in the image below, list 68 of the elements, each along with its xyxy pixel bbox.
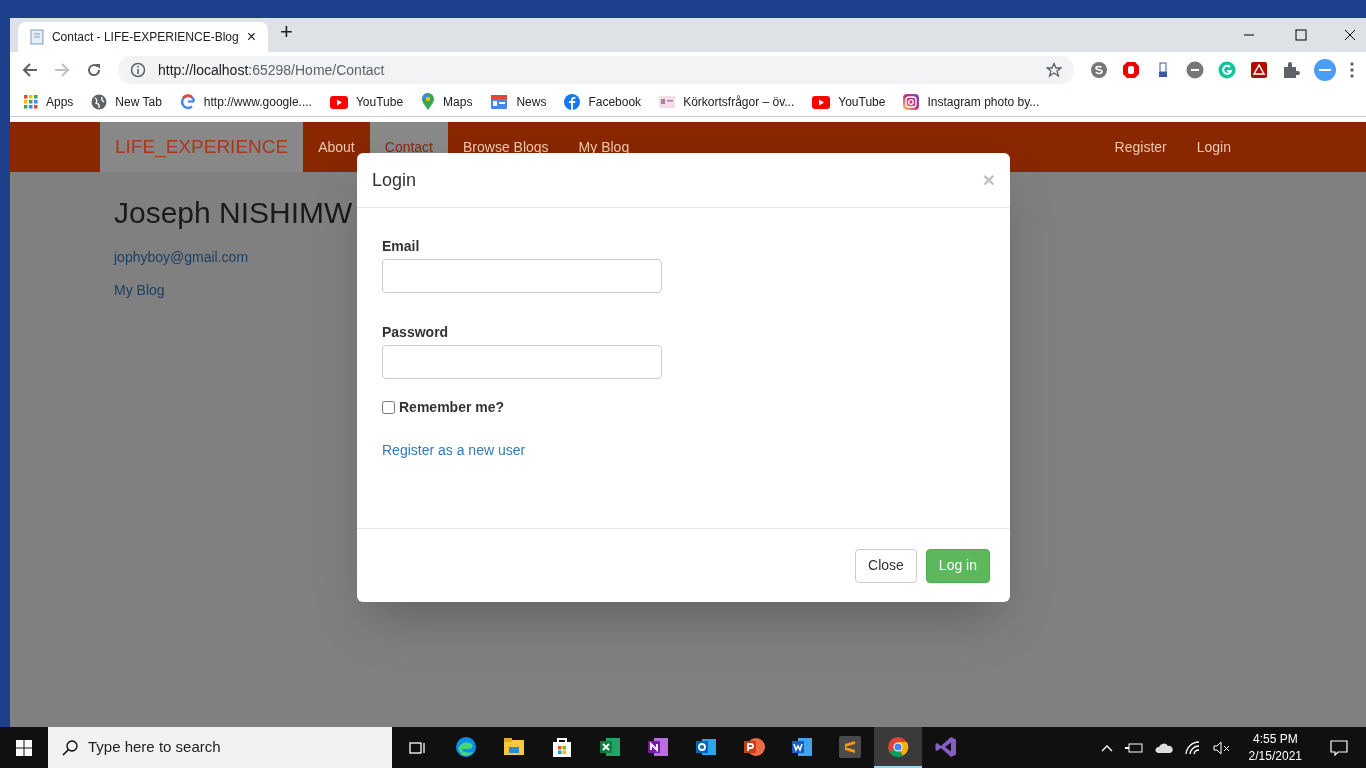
address-bar[interactable]: http://localhost:65298/Home/Contact [118,56,1074,84]
back-icon[interactable] [22,62,38,78]
google-g-icon [179,94,196,110]
play-icon [812,95,831,109]
text-editor-icon [838,734,862,759]
bookmark-link[interactable]: http://www.google.... [179,93,312,111]
bookmark-link[interactable]: Instagram photo by... [903,93,1040,111]
url-text: http://localhost:65298/Home/Contact [158,60,386,80]
bookmark-link[interactable]: Apps [24,93,74,111]
bookmark-link[interactable]: Facebook [564,93,642,111]
taskbar-app-button[interactable] [874,727,922,768]
bookmark-link[interactable]: New Tab [91,93,162,111]
browser-tab[interactable]: Contact - LIFE-EXPERIENCE-Blog × [18,22,268,52]
nav-link[interactable]: About [303,122,370,172]
search-placeholder: Type here to search [88,737,221,758]
news-icon [490,94,509,110]
bookmark-link[interactable]: YouTube [329,93,404,111]
play-icon [329,95,348,109]
notification-icon[interactable] [1330,739,1348,756]
task-view-icon[interactable] [408,739,426,756]
input-field[interactable] [382,259,662,293]
tab-title: Contact - LIFE-EXPERIENCE-Blog [51,29,239,46]
edge-browser-icon [454,734,478,759]
search-icon [62,739,78,756]
chrome-browser-icon [886,734,910,759]
bookmark-link[interactable]: Maps [421,93,473,111]
reload-icon[interactable] [86,62,102,78]
input-field[interactable] [382,345,662,379]
contact-name: Joseph NISHIMW [114,195,354,231]
clock-time: 4:55 PM [1252,730,1298,748]
card-icon [659,96,676,108]
taskbar-search-field[interactable]: Type here to search [48,727,392,768]
clock-date: 2/15/2021 [1248,747,1302,765]
close-dialog-button[interactable]: Close [855,548,917,583]
close-icon[interactable] [1344,29,1356,41]
camera-icon [903,94,920,110]
skype-icon[interactable] [1090,61,1108,79]
apps-grid-icon [24,95,38,109]
map-pin-icon [421,93,436,111]
close-tab-button[interactable]: × [246,25,256,49]
checkbox[interactable] [382,401,395,414]
pdf-icon[interactable] [1250,61,1268,79]
nav-link[interactable]: Login [1181,122,1246,172]
battery-icon[interactable] [1124,741,1143,754]
cloud-icon[interactable] [1154,741,1173,754]
wifi-icon[interactable] [1184,740,1201,755]
visual-studio-icon [934,734,958,759]
globe-icon [91,94,108,110]
bookmark-link[interactable]: Körkortsfrågor – öv... [659,93,795,111]
nav-link[interactable]: Register [1099,122,1182,172]
bookmark-link[interactable]: YouTube [812,93,886,111]
windows-start-icon[interactable] [16,739,32,756]
register-link[interactable]: Register as a new user [382,440,526,461]
muted-speaker-icon[interactable] [1212,740,1231,755]
field-label: Password [382,323,450,342]
info-icon [130,62,146,78]
star-icon[interactable] [1046,62,1062,78]
bookmark-link[interactable]: News [490,93,547,111]
puzzle-icon[interactable] [1282,61,1300,79]
new-tab-button[interactable]: + [280,15,293,48]
checkbox-label: Remember me? [399,398,505,417]
field-label: Email [382,237,421,256]
profile-avatar-icon[interactable] [1314,59,1336,81]
chevron-up-icon[interactable] [1100,743,1113,752]
maximize-icon[interactable] [1295,29,1307,41]
facebook-f-icon [564,94,581,110]
menu-icon[interactable] [1350,62,1354,78]
page-icon [30,29,44,45]
